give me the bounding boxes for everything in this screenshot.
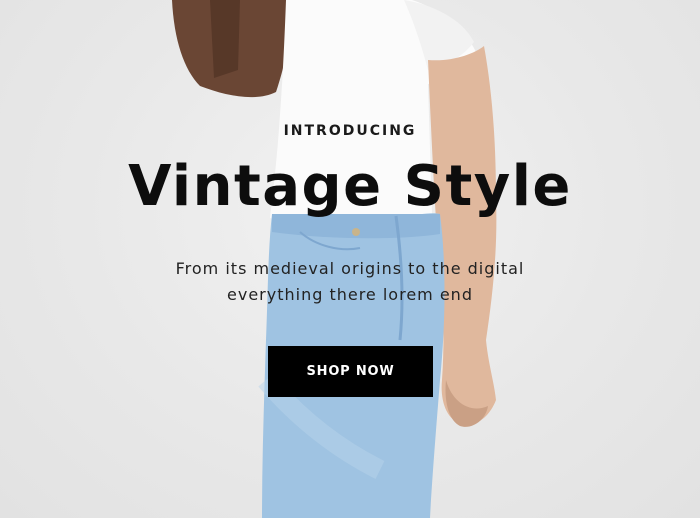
shop-now-button[interactable]: SHOP NOW <box>268 346 433 397</box>
hero-eyebrow: INTRODUCING <box>283 123 417 139</box>
hero-content: INTRODUCING Vintage Style From its medie… <box>0 0 700 518</box>
hero-title: Vintage Style <box>128 154 572 219</box>
hero-banner: INTRODUCING Vintage Style From its medie… <box>0 0 700 518</box>
hero-description: From its medieval origins to the digital… <box>175 259 525 304</box>
